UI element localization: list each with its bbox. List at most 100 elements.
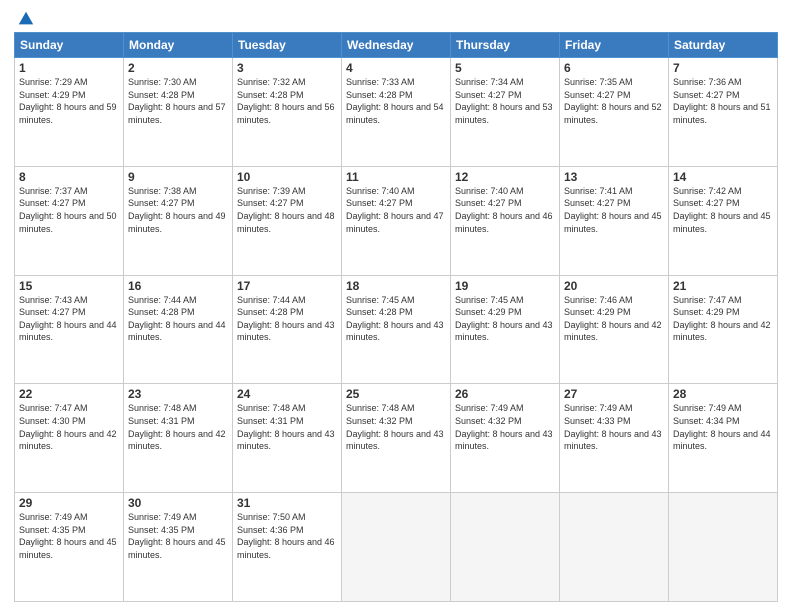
calendar-cell: 26 Sunrise: 7:49 AMSunset: 4:32 PMDaylig… — [451, 384, 560, 493]
day-info: Sunrise: 7:33 AMSunset: 4:28 PMDaylight:… — [346, 77, 444, 125]
calendar-week-3: 15 Sunrise: 7:43 AMSunset: 4:27 PMDaylig… — [15, 275, 778, 384]
calendar-cell: 5 Sunrise: 7:34 AMSunset: 4:27 PMDayligh… — [451, 58, 560, 167]
day-number: 5 — [455, 61, 555, 75]
calendar-week-4: 22 Sunrise: 7:47 AMSunset: 4:30 PMDaylig… — [15, 384, 778, 493]
day-info: Sunrise: 7:44 AMSunset: 4:28 PMDaylight:… — [237, 295, 335, 343]
day-info: Sunrise: 7:49 AMSunset: 4:35 PMDaylight:… — [19, 512, 117, 560]
day-info: Sunrise: 7:35 AMSunset: 4:27 PMDaylight:… — [564, 77, 662, 125]
day-number: 20 — [564, 279, 664, 293]
calendar-cell: 2 Sunrise: 7:30 AMSunset: 4:28 PMDayligh… — [124, 58, 233, 167]
calendar-cell: 18 Sunrise: 7:45 AMSunset: 4:28 PMDaylig… — [342, 275, 451, 384]
calendar-week-1: 1 Sunrise: 7:29 AMSunset: 4:29 PMDayligh… — [15, 58, 778, 167]
calendar-cell: 29 Sunrise: 7:49 AMSunset: 4:35 PMDaylig… — [15, 493, 124, 602]
day-info: Sunrise: 7:40 AMSunset: 4:27 PMDaylight:… — [346, 186, 444, 234]
day-number: 14 — [673, 170, 773, 184]
calendar-cell: 12 Sunrise: 7:40 AMSunset: 4:27 PMDaylig… — [451, 166, 560, 275]
day-info: Sunrise: 7:40 AMSunset: 4:27 PMDaylight:… — [455, 186, 553, 234]
day-info: Sunrise: 7:47 AMSunset: 4:29 PMDaylight:… — [673, 295, 771, 343]
calendar-header-wednesday: Wednesday — [342, 33, 451, 58]
logo-icon — [17, 10, 35, 28]
calendar-cell — [342, 493, 451, 602]
calendar-week-5: 29 Sunrise: 7:49 AMSunset: 4:35 PMDaylig… — [15, 493, 778, 602]
day-number: 22 — [19, 387, 119, 401]
calendar-cell: 7 Sunrise: 7:36 AMSunset: 4:27 PMDayligh… — [669, 58, 778, 167]
day-number: 24 — [237, 387, 337, 401]
day-number: 15 — [19, 279, 119, 293]
calendar-cell: 28 Sunrise: 7:49 AMSunset: 4:34 PMDaylig… — [669, 384, 778, 493]
day-info: Sunrise: 7:37 AMSunset: 4:27 PMDaylight:… — [19, 186, 117, 234]
day-number: 6 — [564, 61, 664, 75]
calendar-cell: 22 Sunrise: 7:47 AMSunset: 4:30 PMDaylig… — [15, 384, 124, 493]
calendar-cell: 11 Sunrise: 7:40 AMSunset: 4:27 PMDaylig… — [342, 166, 451, 275]
calendar-cell: 14 Sunrise: 7:42 AMSunset: 4:27 PMDaylig… — [669, 166, 778, 275]
day-info: Sunrise: 7:38 AMSunset: 4:27 PMDaylight:… — [128, 186, 226, 234]
calendar-cell: 3 Sunrise: 7:32 AMSunset: 4:28 PMDayligh… — [233, 58, 342, 167]
day-info: Sunrise: 7:32 AMSunset: 4:28 PMDaylight:… — [237, 77, 335, 125]
calendar-cell: 13 Sunrise: 7:41 AMSunset: 4:27 PMDaylig… — [560, 166, 669, 275]
calendar-cell: 31 Sunrise: 7:50 AMSunset: 4:36 PMDaylig… — [233, 493, 342, 602]
day-info: Sunrise: 7:48 AMSunset: 4:31 PMDaylight:… — [237, 403, 335, 451]
day-number: 29 — [19, 496, 119, 510]
day-info: Sunrise: 7:49 AMSunset: 4:35 PMDaylight:… — [128, 512, 226, 560]
day-info: Sunrise: 7:48 AMSunset: 4:31 PMDaylight:… — [128, 403, 226, 451]
page: SundayMondayTuesdayWednesdayThursdayFrid… — [0, 0, 792, 612]
day-info: Sunrise: 7:48 AMSunset: 4:32 PMDaylight:… — [346, 403, 444, 451]
logo-area — [14, 10, 35, 28]
calendar-cell: 15 Sunrise: 7:43 AMSunset: 4:27 PMDaylig… — [15, 275, 124, 384]
day-info: Sunrise: 7:49 AMSunset: 4:33 PMDaylight:… — [564, 403, 662, 451]
day-number: 27 — [564, 387, 664, 401]
day-number: 25 — [346, 387, 446, 401]
day-number: 11 — [346, 170, 446, 184]
day-number: 13 — [564, 170, 664, 184]
calendar-cell: 4 Sunrise: 7:33 AMSunset: 4:28 PMDayligh… — [342, 58, 451, 167]
day-number: 18 — [346, 279, 446, 293]
day-info: Sunrise: 7:42 AMSunset: 4:27 PMDaylight:… — [673, 186, 771, 234]
calendar-header-sunday: Sunday — [15, 33, 124, 58]
calendar-week-2: 8 Sunrise: 7:37 AMSunset: 4:27 PMDayligh… — [15, 166, 778, 275]
day-number: 4 — [346, 61, 446, 75]
calendar-cell — [560, 493, 669, 602]
day-number: 7 — [673, 61, 773, 75]
day-number: 21 — [673, 279, 773, 293]
day-info: Sunrise: 7:39 AMSunset: 4:27 PMDaylight:… — [237, 186, 335, 234]
day-number: 16 — [128, 279, 228, 293]
day-info: Sunrise: 7:30 AMSunset: 4:28 PMDaylight:… — [128, 77, 226, 125]
day-info: Sunrise: 7:43 AMSunset: 4:27 PMDaylight:… — [19, 295, 117, 343]
day-number: 3 — [237, 61, 337, 75]
calendar-cell: 8 Sunrise: 7:37 AMSunset: 4:27 PMDayligh… — [15, 166, 124, 275]
calendar-cell: 16 Sunrise: 7:44 AMSunset: 4:28 PMDaylig… — [124, 275, 233, 384]
calendar-header-thursday: Thursday — [451, 33, 560, 58]
day-number: 19 — [455, 279, 555, 293]
calendar-cell — [669, 493, 778, 602]
day-info: Sunrise: 7:45 AMSunset: 4:29 PMDaylight:… — [455, 295, 553, 343]
calendar-cell: 10 Sunrise: 7:39 AMSunset: 4:27 PMDaylig… — [233, 166, 342, 275]
calendar-cell: 17 Sunrise: 7:44 AMSunset: 4:28 PMDaylig… — [233, 275, 342, 384]
day-number: 1 — [19, 61, 119, 75]
day-number: 23 — [128, 387, 228, 401]
calendar-header-tuesday: Tuesday — [233, 33, 342, 58]
day-number: 2 — [128, 61, 228, 75]
day-number: 26 — [455, 387, 555, 401]
day-info: Sunrise: 7:34 AMSunset: 4:27 PMDaylight:… — [455, 77, 553, 125]
calendar-header-saturday: Saturday — [669, 33, 778, 58]
calendar-cell: 25 Sunrise: 7:48 AMSunset: 4:32 PMDaylig… — [342, 384, 451, 493]
day-number: 31 — [237, 496, 337, 510]
calendar-cell: 23 Sunrise: 7:48 AMSunset: 4:31 PMDaylig… — [124, 384, 233, 493]
calendar-cell: 21 Sunrise: 7:47 AMSunset: 4:29 PMDaylig… — [669, 275, 778, 384]
calendar-cell: 1 Sunrise: 7:29 AMSunset: 4:29 PMDayligh… — [15, 58, 124, 167]
calendar-cell: 30 Sunrise: 7:49 AMSunset: 4:35 PMDaylig… — [124, 493, 233, 602]
header — [14, 10, 778, 28]
day-info: Sunrise: 7:45 AMSunset: 4:28 PMDaylight:… — [346, 295, 444, 343]
day-info: Sunrise: 7:49 AMSunset: 4:32 PMDaylight:… — [455, 403, 553, 451]
calendar-header-friday: Friday — [560, 33, 669, 58]
calendar-cell: 19 Sunrise: 7:45 AMSunset: 4:29 PMDaylig… — [451, 275, 560, 384]
day-info: Sunrise: 7:49 AMSunset: 4:34 PMDaylight:… — [673, 403, 771, 451]
day-info: Sunrise: 7:44 AMSunset: 4:28 PMDaylight:… — [128, 295, 226, 343]
day-number: 30 — [128, 496, 228, 510]
day-number: 12 — [455, 170, 555, 184]
calendar-cell — [451, 493, 560, 602]
calendar-cell: 27 Sunrise: 7:49 AMSunset: 4:33 PMDaylig… — [560, 384, 669, 493]
calendar-header-monday: Monday — [124, 33, 233, 58]
day-number: 28 — [673, 387, 773, 401]
calendar-table: SundayMondayTuesdayWednesdayThursdayFrid… — [14, 32, 778, 602]
